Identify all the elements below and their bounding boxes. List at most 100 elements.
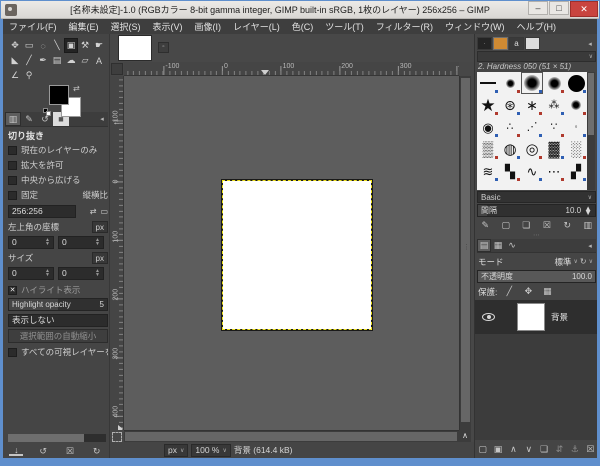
- free-select-tool[interactable]: ◌: [36, 38, 50, 53]
- brush-cell-5[interactable]: ★: [477, 94, 499, 116]
- brush-cell-11[interactable]: ∴: [499, 116, 521, 138]
- menu-image[interactable]: 画像(I): [189, 19, 228, 34]
- size-y-spinner[interactable]: 0▲▼: [58, 267, 104, 280]
- duplicate-layer-icon[interactable]: ❏: [537, 443, 551, 456]
- default-colors-icon[interactable]: [43, 108, 52, 117]
- brush-cell-13[interactable]: ∵: [543, 116, 565, 138]
- menu-edit[interactable]: 編集(E): [63, 19, 105, 34]
- tab-patterns[interactable]: [493, 37, 508, 50]
- new-layer-group-icon[interactable]: ▣: [491, 443, 505, 456]
- brush-cell-19[interactable]: ░: [565, 138, 587, 160]
- autoshrink-button[interactable]: 選択範囲の自動縮小: [8, 329, 108, 343]
- brush-tag-filter[interactable]: ∨: [477, 51, 596, 62]
- brush-cell-10[interactable]: ◉: [477, 116, 499, 138]
- lower-layer-icon[interactable]: ∨: [522, 443, 536, 456]
- brush-cell-15[interactable]: ▒: [477, 138, 499, 160]
- paintbrush-tool[interactable]: ╱: [22, 53, 36, 68]
- menu-windows[interactable]: ウィンドウ(W): [439, 19, 511, 34]
- brush-cell-2[interactable]: [521, 72, 543, 94]
- refresh-brushes-icon[interactable]: ↻: [560, 219, 574, 232]
- layers-dock-menu-button[interactable]: ◂: [584, 240, 596, 252]
- delete-tool-preset-icon[interactable]: ☒: [63, 445, 77, 458]
- menu-view[interactable]: 表示(V): [147, 19, 189, 34]
- brush-cell-17[interactable]: ◎: [521, 138, 543, 160]
- eraser-tool[interactable]: ▱: [78, 53, 92, 68]
- text-tool[interactable]: A: [92, 53, 106, 68]
- allow-growing-checkbox[interactable]: [8, 161, 17, 170]
- quick-mask-toggle[interactable]: [112, 432, 122, 442]
- horizontal-scrollbar[interactable]: [124, 430, 459, 442]
- position-x-spinner[interactable]: 0▲▼: [8, 236, 54, 249]
- aspect-swap-icon[interactable]: ⇄: [90, 207, 97, 216]
- clone-tool[interactable]: ▤: [50, 53, 64, 68]
- layer-opacity-slider[interactable]: 不透明度 100.0: [477, 270, 596, 283]
- title-bar[interactable]: [名称未設定]-1.0 (RGBカラー 8-bit gamma integer,…: [1, 1, 599, 19]
- brush-grid-scrollbar[interactable]: [587, 72, 595, 190]
- menu-help[interactable]: ヘルプ(H): [511, 19, 563, 34]
- delete-brush-icon[interactable]: ☒: [540, 219, 554, 232]
- brush-cell-23[interactable]: ⋯: [543, 160, 565, 182]
- brush-cell-3[interactable]: [543, 72, 565, 94]
- brush-cell-18[interactable]: ▓: [543, 138, 565, 160]
- brush-cell-6[interactable]: ⊛: [499, 94, 521, 116]
- tab-paths[interactable]: ∿: [505, 239, 519, 252]
- brush-cell-12[interactable]: ⋰: [521, 116, 543, 138]
- transform-tool[interactable]: ⚒: [78, 38, 92, 53]
- maximize-button[interactable]: □: [549, 1, 569, 15]
- position-y-spinner[interactable]: 0▲▼: [58, 236, 104, 249]
- size-x-spinner[interactable]: 0▲▼: [8, 267, 54, 280]
- tab-tool-options[interactable]: ▥: [5, 112, 21, 126]
- guides-dropdown[interactable]: 表示しない: [8, 314, 108, 327]
- reset-tool-options-icon[interactable]: ↻: [90, 445, 104, 458]
- navigation-button[interactable]: ∧: [459, 430, 471, 442]
- layer-thumbnail[interactable]: [517, 303, 545, 331]
- smudge-tool[interactable]: ☁: [64, 53, 78, 68]
- delete-layer-icon[interactable]: ☒: [583, 443, 597, 456]
- layer-mode-dropdown[interactable]: 標準∨ ↻∨: [554, 256, 595, 268]
- minimize-button[interactable]: –: [528, 1, 548, 15]
- brush-cell-7[interactable]: ∗: [521, 94, 543, 116]
- move-tool[interactable]: ✥: [8, 38, 22, 53]
- menu-tools[interactable]: ツール(T): [319, 19, 370, 34]
- menu-colors[interactable]: 色(C): [286, 19, 320, 34]
- tab-device-status[interactable]: ✎: [21, 112, 37, 126]
- menu-filters[interactable]: フィルター(R): [370, 19, 439, 34]
- unit-dropdown[interactable]: px∨: [164, 444, 188, 457]
- brush-cell-9[interactable]: [565, 94, 587, 116]
- brush-tag-dropdown[interactable]: Basic∨: [477, 191, 596, 203]
- tab-channels[interactable]: ▦: [491, 239, 505, 252]
- brush-cell-21[interactable]: ▚: [499, 160, 521, 182]
- fixed-checkbox[interactable]: [8, 191, 17, 200]
- tab-layers[interactable]: ▤: [477, 239, 491, 252]
- open-brush-icon[interactable]: ▥: [581, 219, 595, 232]
- merge-layer-icon[interactable]: ⇵: [553, 443, 567, 456]
- layer-visibility-eye-icon[interactable]: [482, 313, 495, 321]
- edit-brush-icon[interactable]: ✎: [478, 219, 492, 232]
- brush-cell-14[interactable]: ◦: [565, 116, 587, 138]
- tab-document-history[interactable]: [525, 37, 540, 50]
- tab-fonts[interactable]: a: [509, 37, 524, 50]
- save-tool-preset-icon[interactable]: ↓: [9, 447, 23, 456]
- size-unit-dropdown[interactable]: px: [92, 252, 108, 264]
- paths-tool[interactable]: ╲: [50, 38, 64, 53]
- canvas-viewport[interactable]: [124, 76, 459, 430]
- anchor-layer-icon[interactable]: ⚓: [568, 443, 582, 456]
- aspect-ratio-input[interactable]: 256:256: [8, 205, 76, 218]
- duplicate-brush-icon[interactable]: ❏: [519, 219, 533, 232]
- highlight-checkbox[interactable]: ✕: [8, 286, 17, 295]
- close-button[interactable]: ✕: [570, 1, 598, 17]
- rectangle-select-tool[interactable]: ▭: [22, 38, 36, 53]
- brush-cell-20[interactable]: ≋: [477, 160, 499, 182]
- tool-options-scrollbar[interactable]: [8, 434, 106, 442]
- handle-transform-tool[interactable]: ☛: [92, 38, 106, 53]
- lock-pixels-icon[interactable]: ╱: [502, 285, 516, 298]
- menu-layer[interactable]: レイヤー(L): [227, 19, 286, 34]
- swap-colors-icon[interactable]: ⇄: [73, 84, 80, 93]
- tab-brushes[interactable]: ·: [477, 37, 492, 50]
- brush-cell-16[interactable]: ◍: [499, 138, 521, 160]
- brush-cell-1[interactable]: [499, 72, 521, 94]
- new-brush-icon[interactable]: ▢: [499, 219, 513, 232]
- vertical-ruler[interactable]: -1000100200300400: [110, 76, 124, 430]
- brush-cell-8[interactable]: ⁂: [543, 94, 565, 116]
- merged-checkbox[interactable]: [8, 348, 17, 357]
